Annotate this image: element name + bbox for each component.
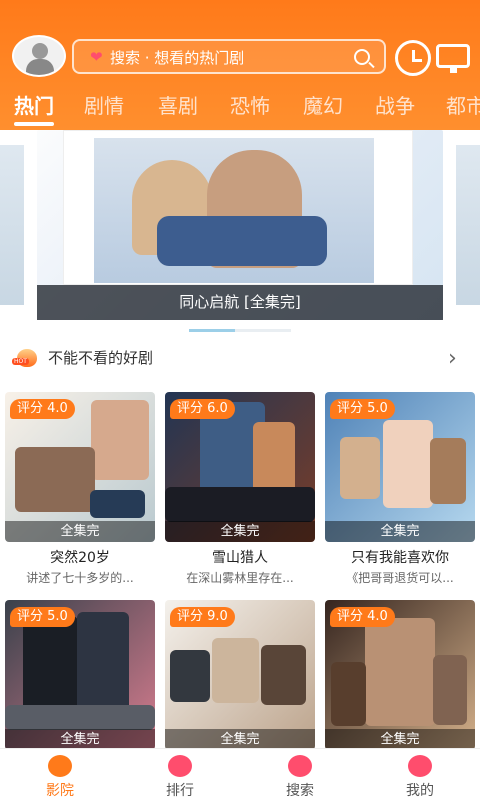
drama-description: 讲述了七十多岁的...: [26, 571, 134, 585]
ranking-icon: [168, 755, 192, 777]
next-slide-peek[interactable]: [456, 145, 480, 305]
heart-icon: ❤: [90, 48, 103, 66]
history-icon[interactable]: [395, 40, 431, 76]
recommendations-header[interactable]: 不能不看的好剧 ›: [0, 340, 480, 378]
score-badge: 评分 5.0: [10, 607, 75, 627]
drama-poster[interactable]: 评分 9.0 全集完: [165, 600, 315, 750]
status-label: 全集完: [165, 729, 315, 750]
avatar[interactable]: [12, 35, 66, 77]
status-label: 全集完: [165, 521, 315, 542]
nav-ranking-label: 排行: [166, 783, 194, 799]
score-badge: 评分 4.0: [10, 399, 75, 419]
tv-icon[interactable]: [436, 44, 470, 73]
nav-ranking[interactable]: 排行: [120, 752, 240, 800]
drama-description: 《把哥哥退货可以...: [346, 571, 454, 585]
banner-caption: 同心启航 [全集完]: [37, 285, 443, 320]
drama-poster[interactable]: 评分 4.0 全集完: [5, 392, 155, 542]
search-placeholder: 搜索 · 想看的热门剧: [110, 49, 245, 67]
score-badge: 评分 4.0: [330, 607, 395, 627]
status-label: 全集完: [5, 521, 155, 542]
drama-title: 只有我能喜欢你: [351, 550, 449, 566]
tab-drama[interactable]: 剧情: [84, 91, 124, 125]
status-label: 全集完: [5, 729, 155, 750]
nav-profile[interactable]: 我的: [360, 752, 480, 800]
drama-description: 在深山雾林里存在...: [186, 571, 294, 585]
nav-search[interactable]: 搜索: [240, 752, 360, 800]
tab-hot[interactable]: 热门: [14, 91, 54, 126]
drama-card[interactable]: 评分 5.0 全集完 只有我能喜欢你 《把哥哥退货可以...: [325, 392, 475, 592]
nav-cinema-label: 影院: [46, 783, 74, 799]
bottom-navigation: 影院 排行 搜索 我的: [0, 748, 480, 800]
previous-slide-peek[interactable]: [0, 145, 24, 305]
carousel-progress-fill: [189, 329, 235, 332]
nav-profile-label: 我的: [406, 783, 434, 799]
top-header: ❤ 搜索 · 想看的热门剧 热门 剧情 喜剧 恐怖 魔幻 战争 都市: [0, 0, 480, 130]
tab-comedy[interactable]: 喜剧: [158, 91, 198, 125]
drama-title: 突然20岁: [50, 550, 110, 566]
score-badge: 评分 5.0: [330, 399, 395, 419]
score-badge: 评分 6.0: [170, 399, 235, 419]
home-icon: [48, 755, 72, 777]
tab-fantasy[interactable]: 魔幻: [303, 91, 343, 125]
search-icon: [288, 755, 312, 777]
drama-card[interactable]: 评分 4.0 全集完 突然20岁 讲述了七十多岁的...: [5, 392, 155, 592]
score-badge: 评分 9.0: [170, 607, 235, 627]
profile-icon: [408, 755, 432, 777]
banner-carousel[interactable]: 同心启航 [全集完]: [0, 130, 480, 340]
drama-poster[interactable]: 评分 5.0 全集完: [325, 392, 475, 542]
avatar-body-icon: [26, 59, 54, 75]
search-icon[interactable]: [354, 49, 370, 65]
avatar-head-icon: [32, 43, 48, 59]
hot-flame-icon: [12, 349, 37, 367]
nav-search-label: 搜索: [286, 783, 314, 799]
search-box[interactable]: ❤ 搜索 · 想看的热门剧: [72, 39, 386, 74]
tab-horror[interactable]: 恐怖: [230, 91, 270, 125]
tab-war[interactable]: 战争: [375, 91, 415, 125]
drama-title: 雪山猎人: [212, 550, 268, 566]
drama-card[interactable]: 评分 6.0 全集完 雪山猎人 在深山雾林里存在...: [165, 392, 315, 592]
status-label: 全集完: [325, 521, 475, 542]
carousel-progress: [189, 329, 291, 332]
category-tabs: 热门 剧情 喜剧 恐怖 魔幻 战争 都市: [0, 91, 480, 126]
drama-poster[interactable]: 评分 6.0 全集完: [165, 392, 315, 542]
status-label: 全集完: [325, 729, 475, 750]
nav-cinema[interactable]: 影院: [0, 752, 120, 800]
chevron-right-icon[interactable]: ›: [448, 346, 457, 371]
drama-poster[interactable]: 评分 4.0 全集完: [325, 600, 475, 750]
tab-urban[interactable]: 都市: [446, 91, 480, 125]
section-title: 不能不看的好剧: [48, 349, 154, 367]
actor-clothing: [157, 216, 327, 266]
drama-poster[interactable]: 评分 5.0 全集完: [5, 600, 155, 750]
